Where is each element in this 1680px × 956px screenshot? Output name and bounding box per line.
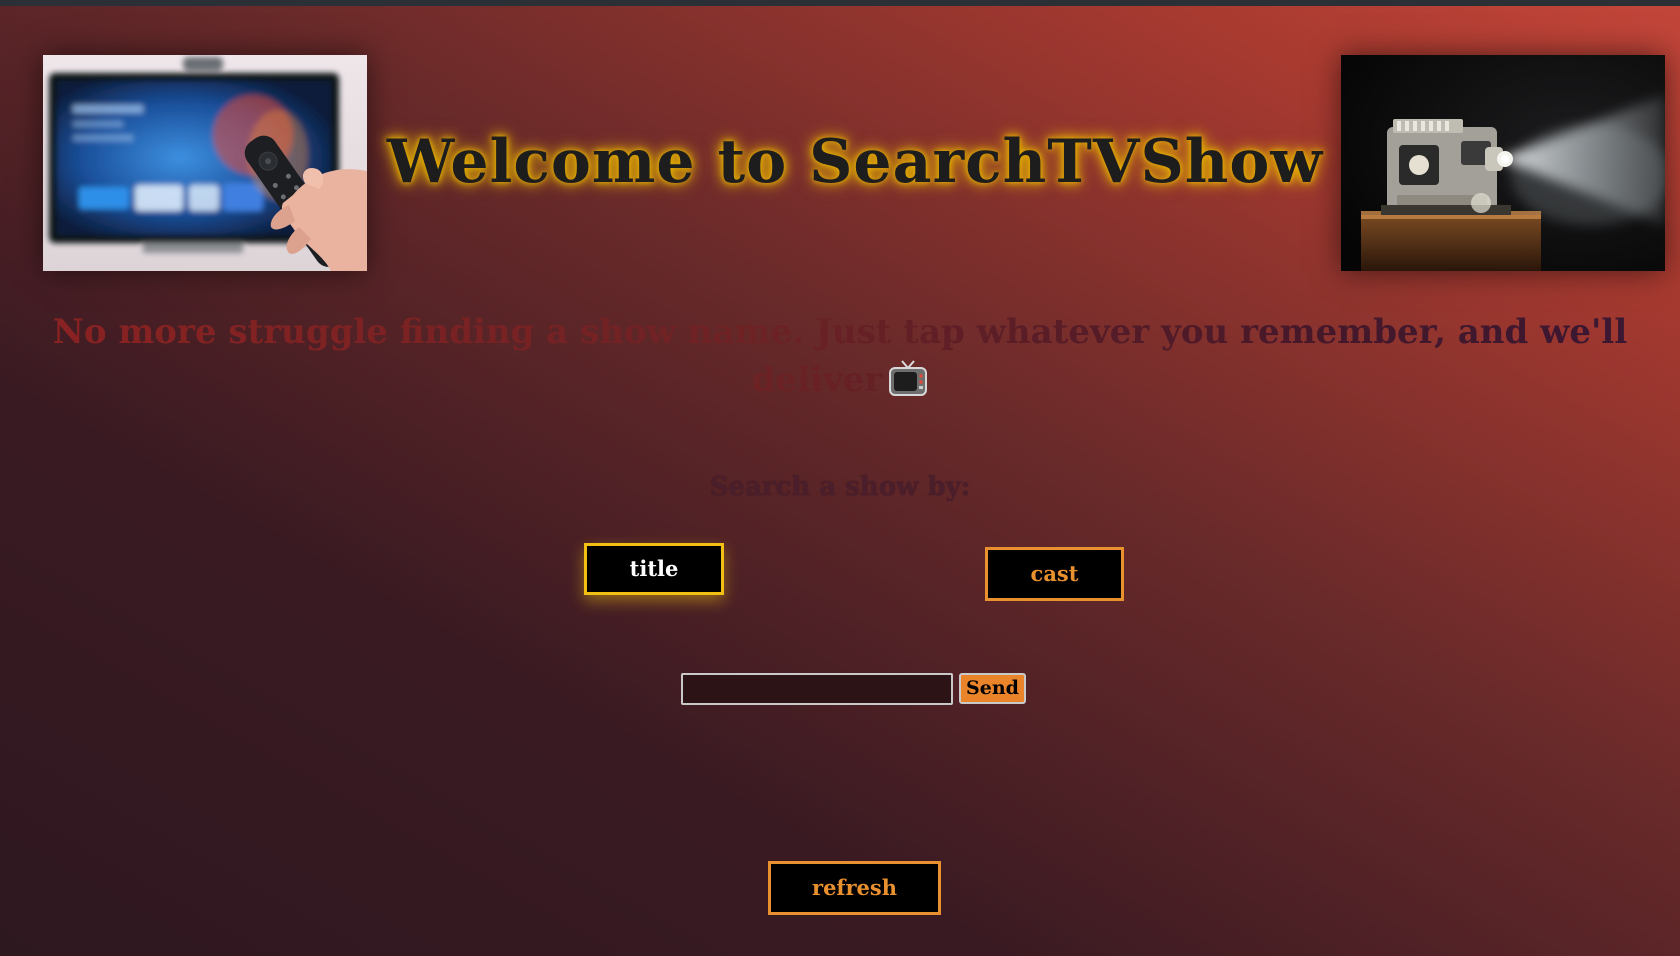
television-icon — [888, 359, 928, 397]
cast-option-button[interactable]: cast — [985, 547, 1124, 601]
page-title: Welcome to SearchTVShow — [386, 127, 1324, 197]
search-by-label: Search a show by: — [709, 472, 971, 502]
tagline: No more struggle finding a show name. Ju… — [40, 308, 1640, 404]
film-projector-image — [1341, 55, 1665, 271]
send-button[interactable]: Send — [959, 673, 1026, 704]
refresh-button[interactable]: refresh — [768, 861, 941, 915]
search-input[interactable] — [681, 673, 953, 705]
title-option-button[interactable]: title — [584, 543, 724, 595]
browser-top-bar — [0, 0, 1680, 6]
tagline-text: No more struggle finding a show name. Ju… — [52, 312, 1628, 400]
tv-remote-image — [43, 55, 367, 271]
